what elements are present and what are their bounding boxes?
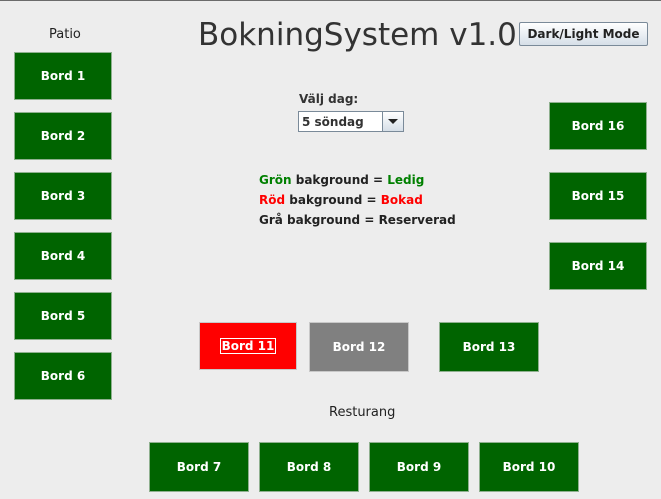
table-bord-11-label: Bord 11 bbox=[219, 338, 277, 354]
legend-booked-middle: bakground = bbox=[285, 193, 381, 207]
table-bord-16-button[interactable]: Bord 16 bbox=[549, 102, 647, 150]
table-bord-14-label: Bord 14 bbox=[571, 259, 625, 273]
table-bord-5-button[interactable]: Bord 5 bbox=[14, 292, 112, 340]
legend-reserved-status: Reserverad bbox=[378, 213, 456, 227]
table-bord-2-label: Bord 2 bbox=[40, 129, 86, 143]
table-bord-7-label: Bord 7 bbox=[176, 460, 222, 474]
legend-free-color: Grön bbox=[259, 173, 292, 187]
table-bord-11-button[interactable]: Bord 11 bbox=[199, 322, 297, 370]
table-bord-14-button[interactable]: Bord 14 bbox=[549, 242, 647, 290]
chevron-down-icon bbox=[388, 119, 398, 124]
table-bord-8-button[interactable]: Bord 8 bbox=[259, 442, 359, 492]
table-bord-1-label: Bord 1 bbox=[40, 69, 86, 83]
day-select[interactable]: 5 söndag bbox=[298, 111, 404, 132]
legend-booked-status: Bokad bbox=[380, 193, 423, 207]
patio-label: Patio bbox=[49, 27, 81, 42]
table-bord-13-button[interactable]: Bord 13 bbox=[439, 322, 539, 372]
table-bord-12-label: Bord 12 bbox=[332, 340, 386, 354]
legend-booked-color: Röd bbox=[259, 193, 286, 207]
table-bord-15-button[interactable]: Bord 15 bbox=[549, 172, 647, 220]
table-bord-2-button[interactable]: Bord 2 bbox=[14, 112, 112, 160]
table-bord-10-label: Bord 10 bbox=[502, 460, 556, 474]
table-bord-3-label: Bord 3 bbox=[40, 189, 86, 203]
table-bord-15-label: Bord 15 bbox=[571, 189, 625, 203]
dark-light-mode-button[interactable]: Dark/Light Mode bbox=[519, 22, 648, 46]
legend-booked: Röd bakground = Bokad bbox=[259, 193, 423, 207]
table-bord-7-button[interactable]: Bord 7 bbox=[149, 442, 249, 492]
restaurant-label: Resturang bbox=[329, 405, 396, 420]
table-bord-1-button[interactable]: Bord 1 bbox=[14, 52, 112, 100]
table-bord-6-label: Bord 6 bbox=[40, 369, 86, 383]
table-bord-9-label: Bord 9 bbox=[396, 460, 442, 474]
table-bord-5-label: Bord 5 bbox=[40, 309, 86, 323]
legend-free-middle: bakground = bbox=[291, 173, 388, 187]
legend-reserved-middle: bakground = bbox=[282, 213, 379, 227]
table-bord-4-button[interactable]: Bord 4 bbox=[14, 232, 112, 280]
legend-reserved: Grå bakground = Reserverad bbox=[259, 213, 456, 227]
table-bord-4-label: Bord 4 bbox=[40, 249, 86, 263]
page-title: BokningSystem v1.0 bbox=[198, 17, 517, 53]
table-bord-3-button[interactable]: Bord 3 bbox=[14, 172, 112, 220]
table-bord-8-label: Bord 8 bbox=[286, 460, 332, 474]
table-bord-13-label: Bord 13 bbox=[462, 340, 516, 354]
table-bord-12-button[interactable]: Bord 12 bbox=[309, 322, 409, 372]
day-picker-label: Välj dag: bbox=[299, 92, 359, 106]
dropdown-arrow-button[interactable] bbox=[382, 112, 403, 131]
day-select-value: 5 söndag bbox=[302, 115, 364, 129]
legend-free-status: Ledig bbox=[387, 173, 425, 187]
table-bord-6-button[interactable]: Bord 6 bbox=[14, 352, 112, 400]
table-bord-16-label: Bord 16 bbox=[571, 119, 625, 133]
table-bord-9-button[interactable]: Bord 9 bbox=[369, 442, 469, 492]
table-bord-10-button[interactable]: Bord 10 bbox=[479, 442, 579, 492]
legend-free: Grön bakground = Ledig bbox=[259, 173, 424, 187]
legend-reserved-color: Grå bbox=[259, 213, 283, 227]
